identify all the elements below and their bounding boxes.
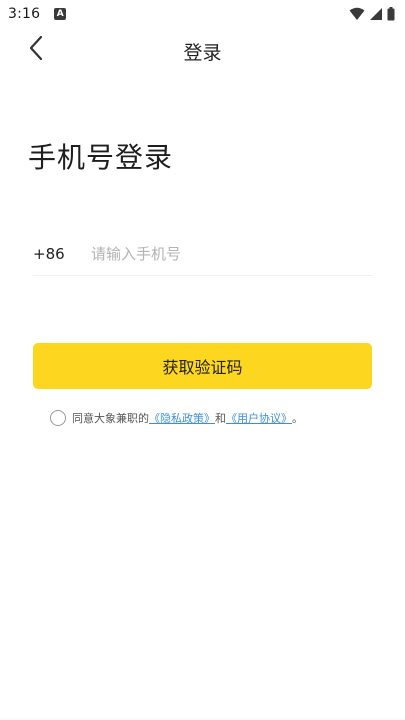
status-bar: 3:16 A (0, 0, 405, 28)
status-time: 3:16 (8, 6, 41, 22)
agreement-suffix: 。 (292, 412, 303, 425)
agreement-prefix: 同意大象兼职的 (72, 412, 149, 425)
battery-icon (387, 6, 395, 25)
get-code-button[interactable]: 获取验证码 (33, 343, 372, 389)
page-title: 登录 (183, 42, 222, 64)
agreement-row: 同意大象兼职的 《隐私政策》 和 《用户协议》 。 (50, 410, 303, 426)
status-icons (349, 6, 395, 25)
phone-input[interactable] (91, 244, 361, 263)
privacy-policy-link[interactable]: 《隐私政策》 (149, 410, 215, 426)
agree-checkbox[interactable] (50, 410, 66, 426)
user-agreement-link[interactable]: 《用户协议》 (226, 410, 292, 426)
signal-icon (369, 6, 383, 25)
notification-icon: A (54, 8, 67, 20)
agreement-and: 和 (215, 412, 226, 425)
phone-field-row: +86 (33, 232, 373, 276)
country-code[interactable]: +86 (33, 245, 91, 263)
login-heading: 手机号登录 (28, 141, 174, 174)
nav-bar: 登录 (0, 28, 405, 74)
wifi-icon (349, 6, 365, 25)
